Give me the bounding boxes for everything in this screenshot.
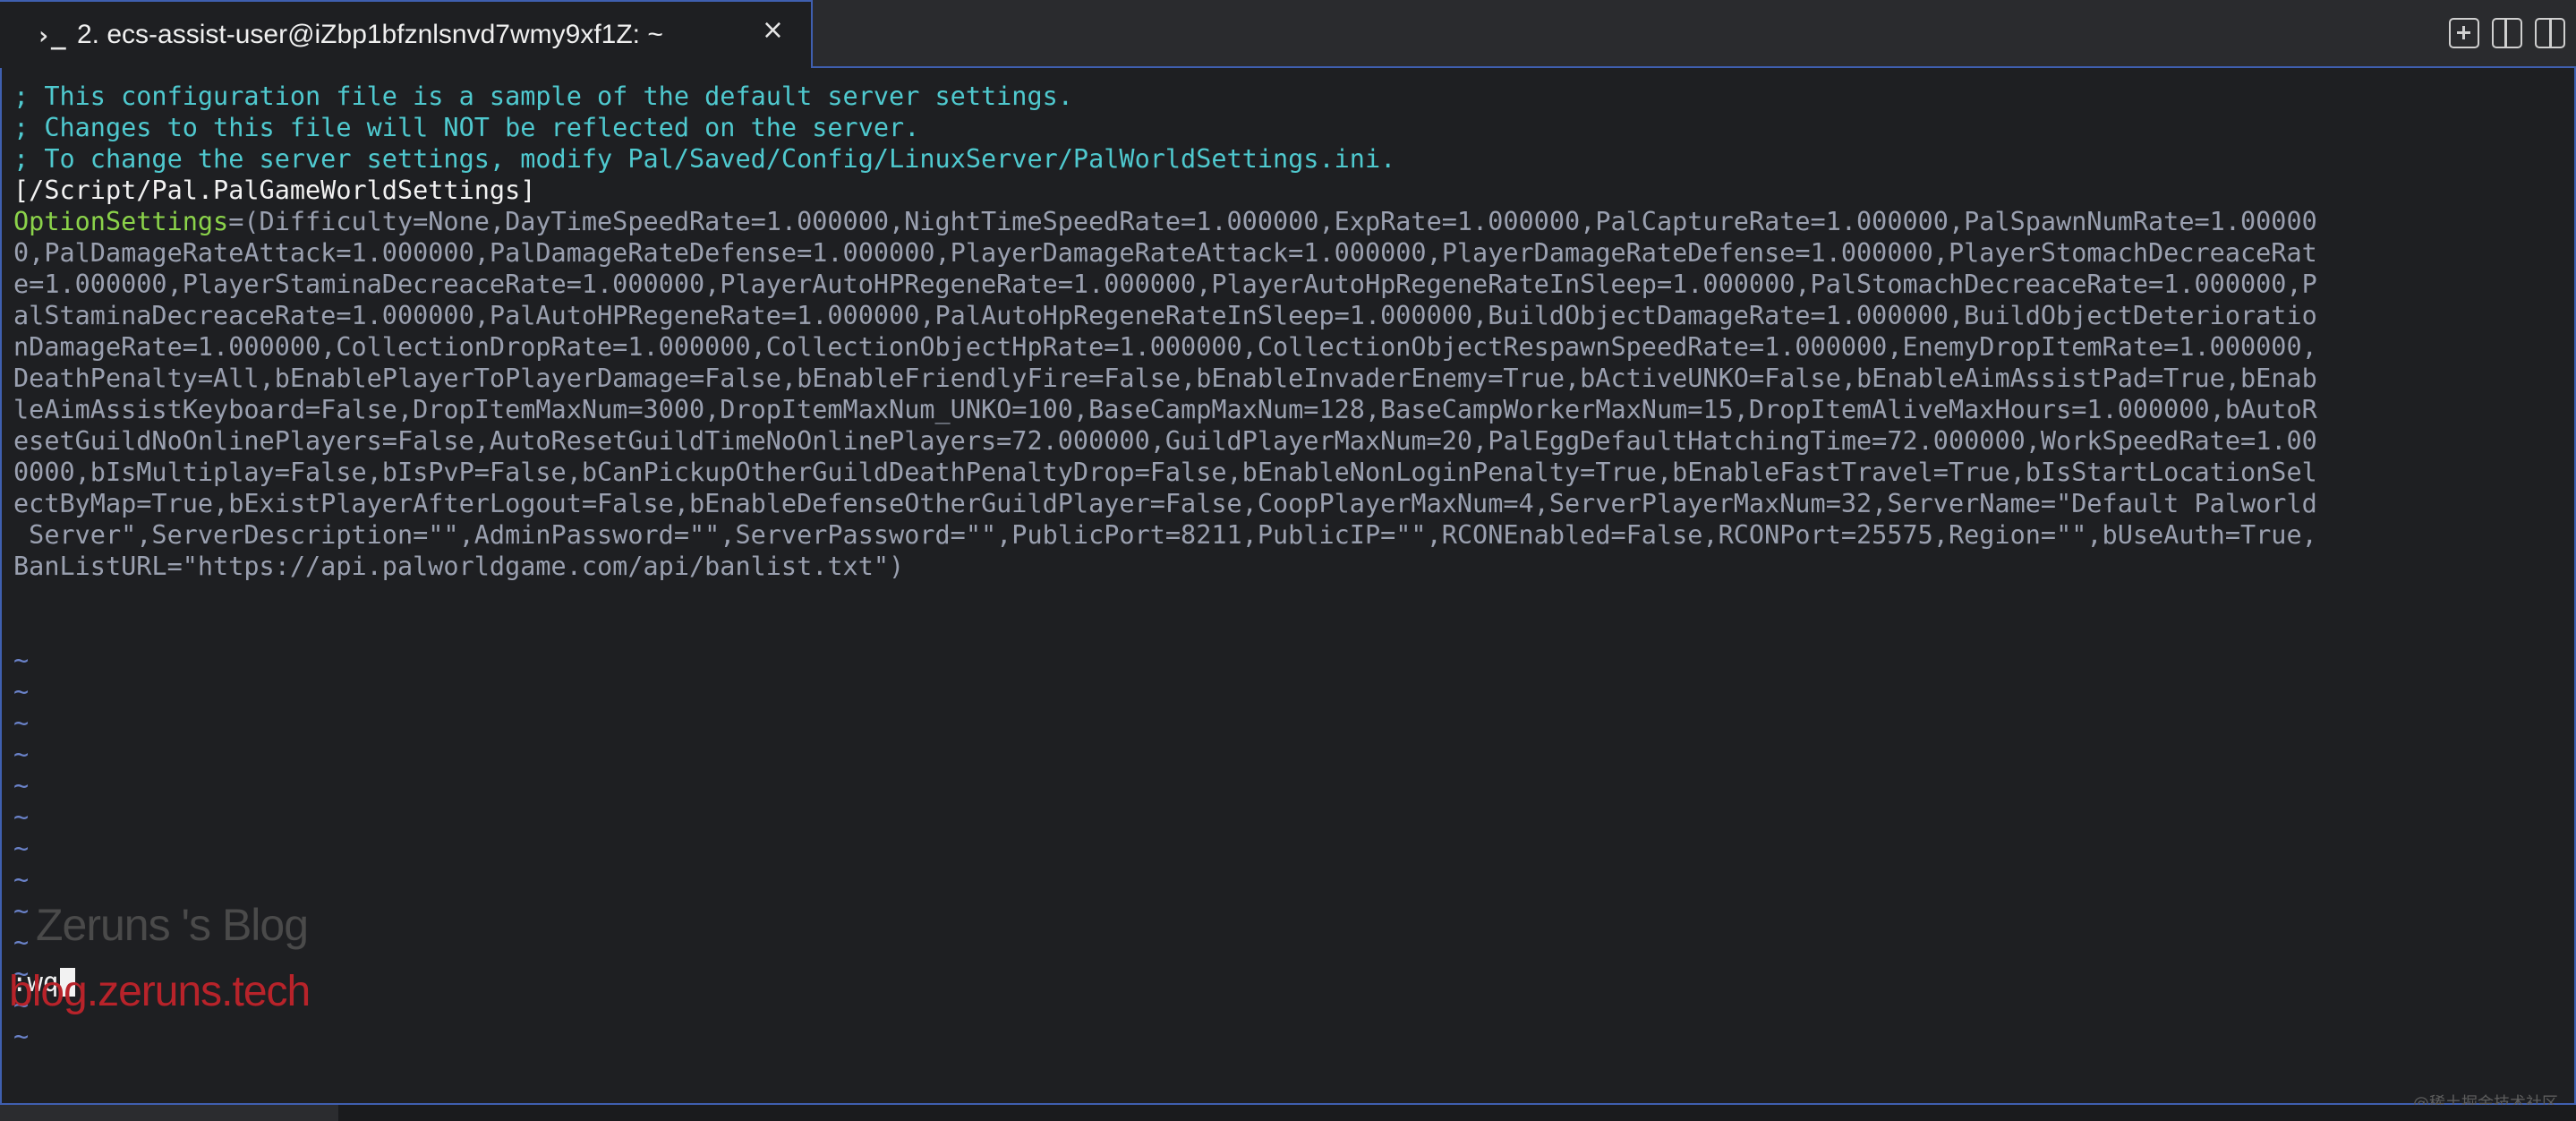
option-line: Server",ServerDescription="",AdminPasswo… [13,520,2317,550]
bottom-tab[interactable] [0,1105,338,1121]
new-tab-icon[interactable] [2449,18,2479,48]
split-vertical-icon[interactable] [2492,18,2522,48]
empty-line [13,613,2574,645]
option-line: BanListURL="https://api.palworldgame.com… [13,552,905,581]
comment-line: ; This configuration file is a sample of… [13,81,1073,111]
comment-line: ; Changes to this file will NOT be refle… [13,113,920,142]
tilde-line: ~ [13,928,30,957]
tilde-line: ~ [13,646,30,675]
option-line: alStaminaDecreaceRate=1.000000,PalAutoHP… [13,301,2317,330]
watermark-blog-title: Zeruns 's Blog [36,900,309,950]
tilde-line: ~ [13,896,30,926]
option-key: OptionSettings [13,207,229,236]
tilde-line: ~ [13,802,30,832]
option-line: 0,PalDamageRateAttack=1.000000,PalDamage… [13,238,2317,268]
tilde-line: ~ [13,959,30,988]
tilde-line: ~ [13,740,30,769]
tab-title: 2. ecs-assist-user@iZbp1bfznlsnvd7wmy9xf… [77,20,663,49]
empty-line [13,582,2574,613]
terminal-content[interactable]: ; This configuration file is a sample of… [0,68,2576,1105]
tab-bar: ›_ 2. ecs-assist-user@iZbp1bfznlsnvd7wmy… [0,0,2576,68]
split-horizontal-icon[interactable] [2535,18,2565,48]
tilde-line: ~ [13,677,30,706]
comment-line: ; To change the server settings, modify … [13,144,1396,174]
terminal-window: ›_ 2. ecs-assist-user@iZbp1bfznlsnvd7wmy… [0,0,2576,1121]
tilde-line: ~ [13,990,30,1020]
option-line: nDamageRate=1.000000,CollectionDropRate=… [13,332,2317,362]
tab-ssh-session[interactable]: ›_ 2. ecs-assist-user@iZbp1bfznlsnvd7wmy… [0,0,813,68]
option-line: esetGuildNoOnlinePlayers=False,AutoReset… [13,426,2317,456]
bottom-tab-strip [0,1105,2576,1121]
tilde-line: ~ [13,708,30,738]
option-line: DeathPenalty=All,bEnablePlayerToPlayerDa… [13,364,2317,393]
tilde-line: ~ [13,834,30,863]
tilde-line: ~ [13,771,30,800]
close-icon[interactable]: × [762,14,784,46]
option-line: leAimAssistKeyboard=False,DropItemMaxNum… [13,395,2317,424]
option-line: ectByMap=True,bExistPlayerAfterLogout=Fa… [13,489,2317,518]
tab-actions [2449,18,2565,48]
option-line: e=1.000000,PlayerStaminaDecreaceRate=1.0… [13,270,2317,299]
terminal-prompt-icon: ›_ [36,20,66,50]
section-header: [/Script/Pal.PalGameWorldSettings] [13,175,536,205]
option-value: =(Difficulty=None,DayTimeSpeedRate=1.000… [228,207,2317,236]
watermark-blog-url: blog.zeruns.tech [9,968,311,1015]
tilde-line: ~ [13,1022,30,1051]
option-line: 0000,bIsMultiplay=False,bIsPvP=False,bCa… [13,458,2317,487]
option-line: OptionSettings=(Difficulty=None,DayTimeS… [13,206,2574,237]
tilde-line: ~ [13,865,30,894]
